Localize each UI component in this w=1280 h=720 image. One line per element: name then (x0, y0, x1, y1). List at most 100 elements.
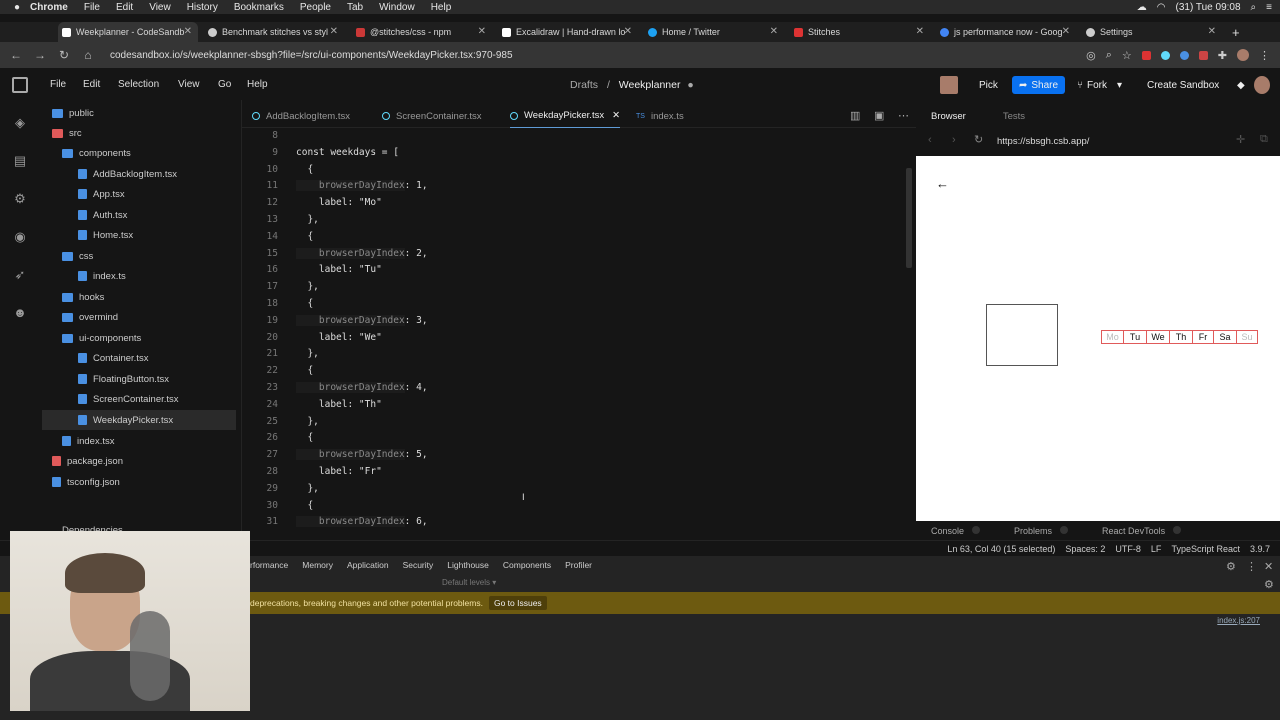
browser-tab-google[interactable]: js performance now - Goog ✕ (936, 22, 1076, 42)
menubar-view[interactable]: View (149, 2, 171, 13)
extension-red-icon[interactable] (1141, 50, 1151, 60)
close-tab-icon[interactable]: ✕ (184, 26, 192, 37)
menubar-help[interactable]: Help (431, 2, 452, 13)
extension-blue-icon[interactable] (1179, 50, 1189, 60)
menu-selection[interactable]: Selection (118, 79, 159, 90)
source-link[interactable]: index.js:207 (1217, 616, 1260, 625)
extension-react-icon[interactable] (1160, 50, 1170, 60)
more-actions-icon[interactable]: ⋯ (898, 109, 909, 122)
day-button-th[interactable]: Th (1170, 330, 1193, 344)
editor-scrollbar[interactable] (906, 168, 912, 268)
back-arrow-icon[interactable]: ← (8, 48, 24, 62)
editor-tab-index-ts[interactable]: TS index.ts (636, 104, 684, 128)
search-icon[interactable]: ⌕ (1251, 2, 1257, 13)
tree-file-app[interactable]: App.tsx (42, 184, 236, 204)
back-arrow-icon[interactable]: ← (936, 176, 949, 191)
cursor-position[interactable]: Ln 63, Col 40 (15 selected) (947, 544, 1055, 554)
devtools-tab-components[interactable]: Components (503, 560, 551, 570)
tab-problems[interactable]: Problems (1014, 525, 1069, 536)
encoding[interactable]: UTF-8 (1115, 544, 1141, 554)
tree-folder-css[interactable]: css (42, 246, 236, 266)
browser-tab-weekplanner[interactable]: Weekplanner - CodeSandb ✕ (58, 22, 198, 42)
tree-folder-overmind[interactable]: overmind (42, 307, 236, 327)
close-tab-icon[interactable]: ✕ (478, 26, 486, 37)
zoom-icon[interactable]: ⌕ (1106, 49, 1112, 62)
gear-icon[interactable]: ⚙ (1226, 560, 1236, 573)
log-levels-dropdown[interactable]: Default levels ▾ (442, 578, 496, 587)
menubar-app-name[interactable]: Chrome (30, 2, 68, 13)
menubar-file[interactable]: File (84, 2, 100, 13)
day-button-we[interactable]: We (1147, 330, 1170, 344)
more-menu-icon[interactable]: ⋮ (1259, 49, 1270, 62)
rocket-deploy-icon[interactable]: ➶ (13, 268, 27, 282)
menubar-bookmarks[interactable]: Bookmarks (234, 2, 284, 13)
gear-icon[interactable]: ⚙ (13, 192, 27, 206)
forward-arrow-icon[interactable]: › (952, 134, 956, 146)
tab-console[interactable]: Console (931, 525, 981, 536)
language-mode[interactable]: TypeScript React (1171, 544, 1240, 554)
wifi-icon[interactable]: ◠ (1157, 2, 1166, 13)
tab-browser[interactable]: Browser (931, 111, 966, 122)
devtools-tab-memory[interactable]: Memory (302, 560, 333, 570)
extensions-puzzle-icon[interactable]: ✚ (1218, 49, 1227, 62)
go-to-issues-button[interactable]: Go to Issues (488, 596, 547, 610)
tree-file-css-index[interactable]: index.ts (42, 266, 236, 286)
tree-file-weekdaypicker[interactable]: WeekdayPicker.tsx (42, 410, 236, 430)
pick-button[interactable]: Pick (972, 76, 1005, 94)
devtools-tab-lighthouse[interactable]: Lighthouse (447, 560, 489, 570)
clock[interactable]: (31) Tue 09:08 (1176, 2, 1241, 13)
tree-file-addbacklogitem[interactable]: AddBacklogItem.tsx (42, 164, 236, 184)
create-sandbox-button[interactable]: Create Sandbox (1140, 76, 1226, 94)
menubar-window[interactable]: Window (379, 2, 415, 13)
chevron-down-icon[interactable]: ▾ (1117, 80, 1122, 91)
open-new-window-icon[interactable]: ⧉ (1260, 133, 1268, 146)
tree-file-index-tsx[interactable]: index.tsx (42, 431, 236, 451)
menu-go[interactable]: Go (218, 79, 231, 90)
extension-pink-icon[interactable] (1198, 50, 1208, 60)
close-tab-icon[interactable]: ✕ (624, 26, 632, 37)
ts-version[interactable]: 3.9.7 (1250, 544, 1270, 554)
more-menu-icon[interactable]: ⋮ (1246, 560, 1257, 573)
notification-bell-icon[interactable]: ◆ (1230, 76, 1252, 94)
editor-tab-weekdaypicker[interactable]: WeekdayPicker.tsx ✕ (510, 104, 621, 128)
devtools-tab-security[interactable]: Security (403, 560, 434, 570)
info-cube-icon[interactable]: ◈ (13, 116, 27, 130)
live-users-icon[interactable]: ☻ (13, 306, 27, 320)
tree-file-package-json[interactable]: package.json (42, 451, 236, 471)
day-button-sa[interactable]: Sa (1214, 330, 1237, 344)
close-tab-icon[interactable]: ✕ (1062, 26, 1070, 37)
menu-edit[interactable]: Edit (83, 79, 100, 90)
day-button-fr[interactable]: Fr (1193, 330, 1214, 344)
url-field[interactable]: codesandbox.io/s/weekplanner-sbsgh?file=… (110, 50, 513, 61)
breadcrumb-project[interactable]: Weekplanner (619, 79, 681, 91)
close-icon[interactable]: ✕ (1264, 560, 1273, 573)
menubar-history[interactable]: History (187, 2, 218, 13)
tree-file-container[interactable]: Container.tsx (42, 348, 236, 368)
day-button-tu[interactable]: Tu (1124, 330, 1147, 344)
editor-tab-screencontainer[interactable]: ScreenContainer.tsx (382, 104, 482, 128)
star-icon[interactable]: ☆ (1122, 49, 1132, 62)
browser-tab-npm[interactable]: @stitches/css - npm ✕ (352, 22, 492, 42)
user-avatar[interactable] (940, 76, 958, 94)
gear-icon[interactable]: ⚙ (1264, 578, 1274, 591)
tree-file-tsconfig[interactable]: tsconfig.json (42, 472, 236, 492)
day-button-su[interactable]: Su (1237, 330, 1258, 344)
menu-list-icon[interactable]: ≡ (1266, 2, 1272, 13)
reload-icon[interactable]: ↻ (974, 133, 983, 146)
preview-url-field[interactable]: https://sbsgh.csb.app/ (997, 136, 1089, 147)
tree-folder-components[interactable]: components (42, 143, 236, 163)
split-editor-icon[interactable]: ▥ (850, 109, 860, 122)
tree-file-floatingbutton[interactable]: FloatingButton.tsx (42, 369, 236, 389)
devtools-tab-performance[interactable]: rformance (250, 560, 288, 570)
share-button[interactable]: ➦ Share (1012, 76, 1066, 94)
editor-tab-addbacklogitem[interactable]: AddBacklogItem.tsx (252, 104, 350, 128)
code-editor[interactable]: 8 9 const weekdays = [10 {11 browserDayInd… (242, 128, 916, 540)
tree-folder-ui-components[interactable]: ui-components (42, 328, 236, 348)
browser-tab-settings[interactable]: Settings ✕ (1082, 22, 1222, 42)
browser-tab-excalidraw[interactable]: Excalidraw | Hand-drawn lo ✕ (498, 22, 638, 42)
new-tab-button[interactable]: + (1232, 25, 1240, 40)
profile-avatar[interactable] (1237, 49, 1249, 61)
tree-folder-src[interactable]: src (42, 123, 236, 143)
close-tab-icon[interactable]: ✕ (330, 26, 338, 37)
close-tab-icon[interactable]: ✕ (770, 26, 778, 37)
